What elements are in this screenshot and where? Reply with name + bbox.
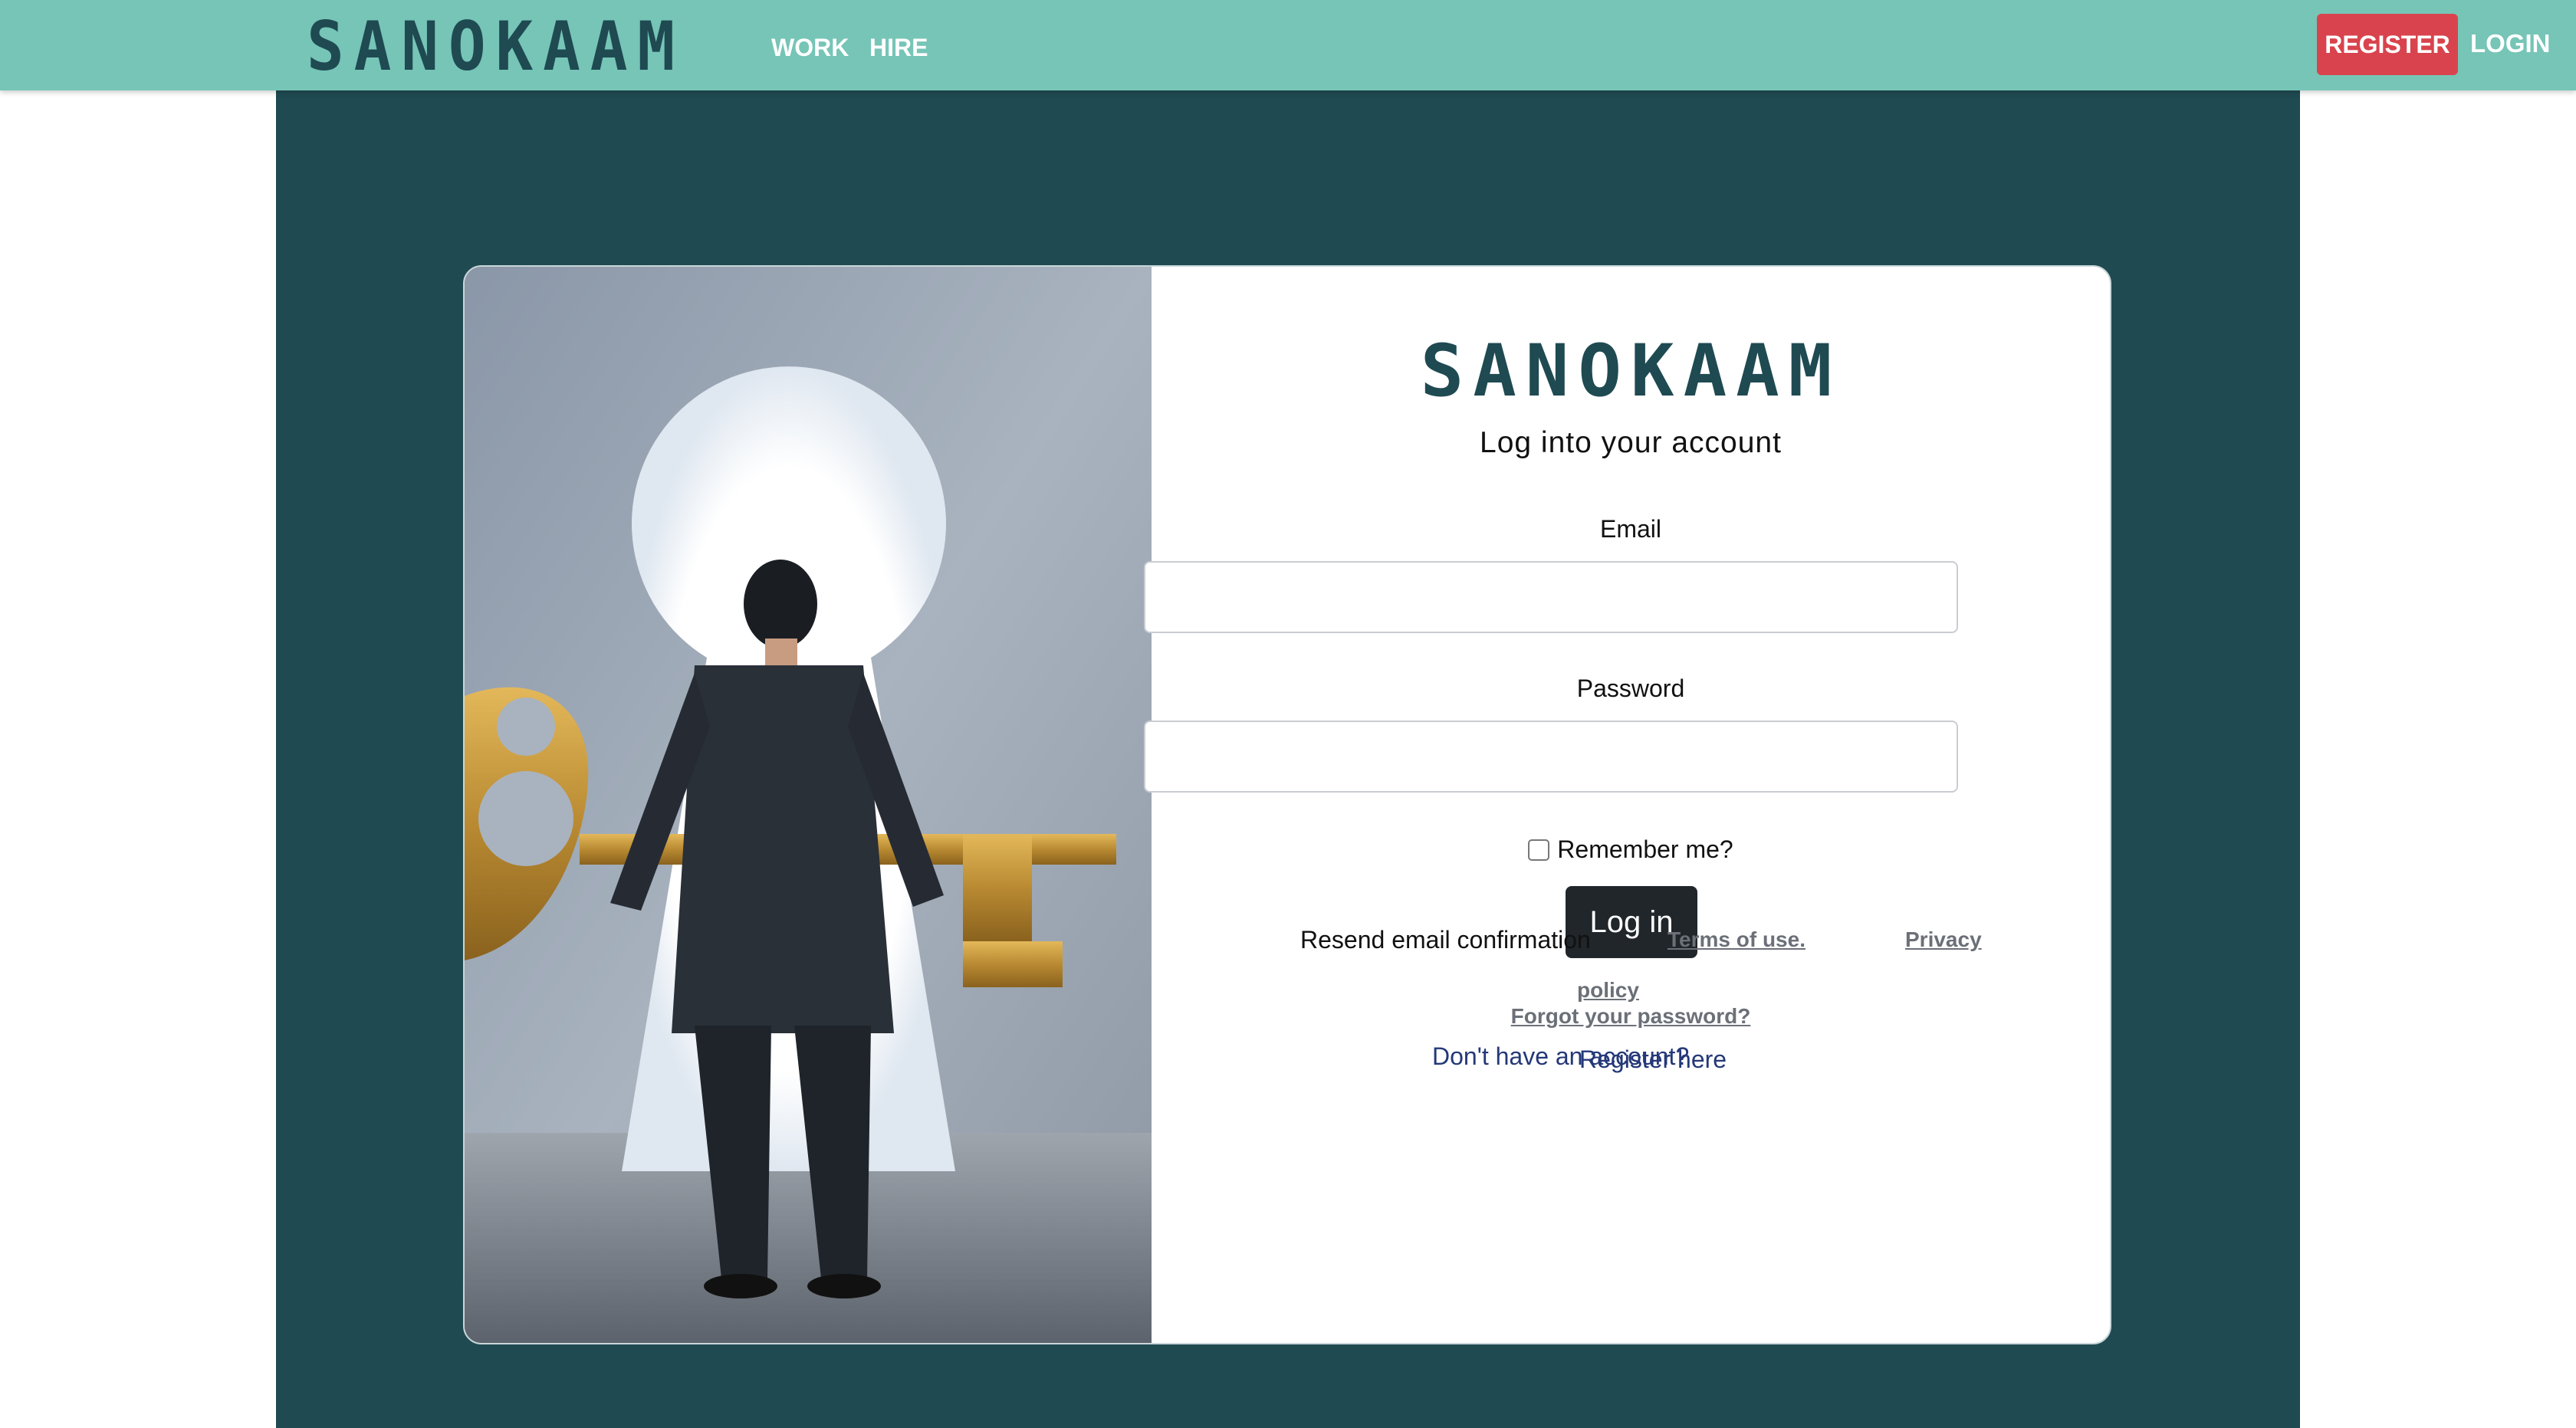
form-brand-logo: SANOKAAM xyxy=(1420,330,1842,413)
remember-me-row: Remember me? xyxy=(1152,835,2110,864)
register-here-link[interactable]: Register here xyxy=(1579,1046,1727,1074)
email-label: Email xyxy=(1599,515,1661,543)
privacy-link[interactable]: Privacy xyxy=(1905,927,1982,952)
terms-of-use-link[interactable]: Terms of use. xyxy=(1668,927,1806,952)
login-link[interactable]: LOGIN xyxy=(2470,29,2551,58)
nav-link-work[interactable]: WORK xyxy=(771,34,849,62)
keyhole-illustration xyxy=(465,267,1152,1343)
resend-confirmation-link[interactable]: Resend email confirmation xyxy=(1300,926,1591,954)
brand-logo[interactable]: SANOKAAM xyxy=(307,7,685,86)
form-subtitle: Log into your account xyxy=(1480,426,1782,459)
register-button[interactable]: REGISTER xyxy=(2317,14,2458,75)
remember-me-checkbox[interactable] xyxy=(1528,839,1550,861)
remember-me-label[interactable]: Remember me? xyxy=(1557,835,1733,864)
keyhole-man-key-image xyxy=(465,267,1152,1343)
top-navbar: SANOKAAM WORK HIRE REGISTER LOGIN xyxy=(0,0,2576,90)
forgot-password-link[interactable]: Forgot your password? xyxy=(1152,1004,2110,1029)
login-card: SANOKAAM Log into your account Email Pas… xyxy=(463,265,2111,1344)
policy-link[interactable]: policy xyxy=(1577,978,1639,1003)
password-input[interactable] xyxy=(1144,721,1958,793)
nav-link-hire[interactable]: HIRE xyxy=(869,34,928,62)
email-input[interactable] xyxy=(1144,561,1958,633)
password-label: Password xyxy=(1576,675,1685,702)
login-form: SANOKAAM Log into your account Email Pas… xyxy=(1144,267,2110,1343)
